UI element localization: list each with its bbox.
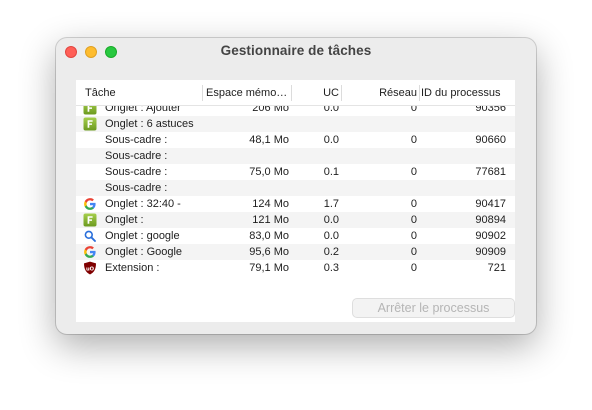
green-f-icon	[83, 117, 97, 131]
ublock-shield-icon: uO	[83, 261, 97, 275]
network-value: 0	[410, 246, 417, 258]
cpu-value	[291, 148, 339, 164]
network-value: 0	[410, 230, 417, 242]
network-value: 0	[410, 166, 417, 178]
cpu-value: 0.0	[323, 230, 339, 242]
pid-value	[419, 148, 506, 164]
end-process-button[interactable]: Arrêter le processus	[352, 298, 515, 318]
title-bar[interactable]: Gestionnaire de tâches	[56, 38, 536, 66]
pid-value	[419, 116, 506, 132]
cpu-value: 0.1	[323, 166, 339, 178]
column-divider	[202, 85, 203, 101]
memory-value	[202, 148, 289, 164]
pid-value: 90660	[475, 134, 506, 146]
process-row[interactable]: Onglet : Google 95,6 Mo 0.2 0 90909	[76, 244, 515, 260]
cpu-value: 1.7	[323, 198, 339, 210]
task-manager-window: Gestionnaire de tâches Onglet : Ajouter 2…	[56, 38, 536, 334]
pid-value	[419, 180, 506, 196]
network-value: 0	[410, 198, 417, 210]
table-header: Tâche Espace mémo… UC Réseau ID du proce…	[76, 80, 515, 106]
svg-text:uO: uO	[86, 266, 95, 272]
pid-value: 90894	[475, 214, 506, 226]
pid-value: 77681	[475, 166, 506, 178]
column-header-network[interactable]: Réseau	[342, 80, 417, 105]
column-divider	[419, 85, 420, 101]
pid-value: 721	[487, 262, 506, 274]
memory-value	[202, 116, 289, 132]
network-value	[341, 116, 417, 132]
process-row[interactable]: Onglet : google 83,0 Mo 0.0 0 90902	[76, 228, 515, 244]
memory-value: 124 Mo	[252, 198, 289, 210]
pid-value: 90909	[475, 246, 506, 258]
memory-value: 95,6 Mo	[249, 246, 289, 258]
process-row[interactable]: uO Extension :79,1 Mo 0.3 0 721	[76, 260, 515, 276]
network-value	[341, 148, 417, 164]
process-row[interactable]: Sous-cadre :	[76, 180, 515, 196]
memory-value: 121 Mo	[252, 214, 289, 226]
memory-value	[202, 180, 289, 196]
process-table[interactable]: Onglet : Ajouter 206 Mo 0.0 0 90356 Onglet : …	[76, 80, 515, 322]
cpu-value: 0.0	[323, 214, 339, 226]
window-title: Gestionnaire de tâches	[220, 43, 372, 58]
process-row[interactable]: Onglet : 6 astuces	[76, 116, 515, 132]
green-f-icon	[83, 213, 97, 227]
search-magnifier-icon	[83, 229, 97, 243]
network-value: 0	[410, 214, 417, 226]
pid-value: 90902	[475, 230, 506, 242]
cpu-value: 0.3	[323, 262, 339, 274]
memory-value: 83,0 Mo	[249, 230, 289, 242]
column-header-task[interactable]: Tâche	[85, 80, 195, 105]
memory-value: 79,1 Mo	[249, 262, 289, 274]
column-header-cpu[interactable]: UC	[292, 80, 339, 105]
process-row[interactable]: Sous-cadre :48,1 Mo 0.0 0 90660	[76, 132, 515, 148]
cpu-value: 0.0	[323, 134, 339, 146]
network-value: 0	[410, 262, 417, 274]
cpu-value	[291, 180, 339, 196]
cpu-value	[291, 116, 339, 132]
google-g-icon	[83, 197, 97, 211]
pid-value: 90417	[475, 198, 506, 210]
column-header-pid[interactable]: ID du processus	[421, 80, 511, 105]
network-value	[341, 180, 417, 196]
process-row[interactable]: Sous-cadre :75,0 Mo 0.1 0 77681	[76, 164, 515, 180]
memory-value: 48,1 Mo	[249, 134, 289, 146]
google-g-icon	[83, 245, 97, 259]
cpu-value: 0.2	[323, 246, 339, 258]
network-value: 0	[410, 134, 417, 146]
memory-value: 75,0 Mo	[249, 166, 289, 178]
process-table-body: Onglet : Ajouter 206 Mo 0.0 0 90356 Onglet : …	[76, 100, 515, 276]
column-header-memory[interactable]: Espace mémo…	[206, 80, 291, 105]
process-row[interactable]: Sous-cadre :	[76, 148, 515, 164]
process-row[interactable]: Onglet :121 Mo 0.0 0 90894	[76, 212, 515, 228]
process-row[interactable]: Onglet : 32:40 -124 Mo 1.7 0 90417	[76, 196, 515, 212]
